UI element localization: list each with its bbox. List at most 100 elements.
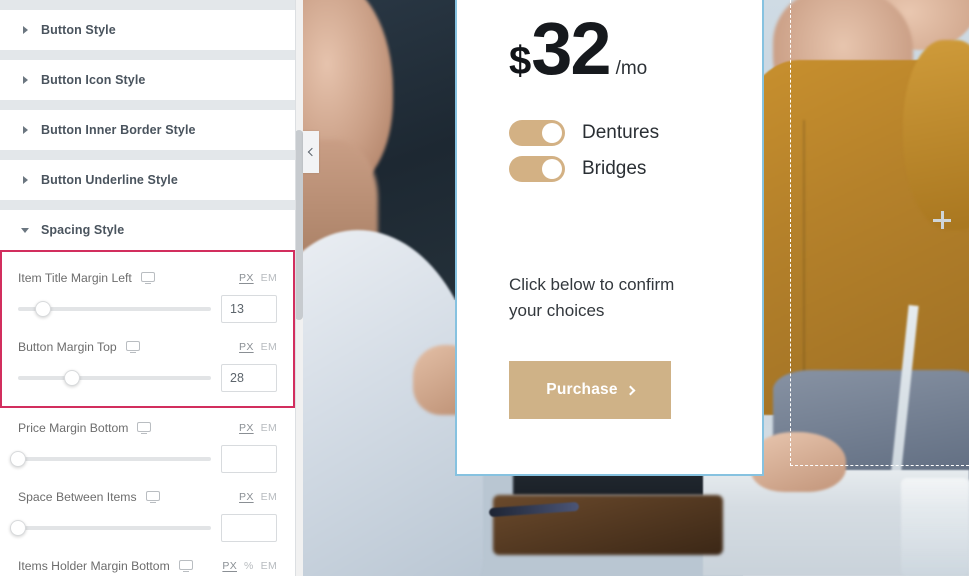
control-header: Price Margin Bottom PX EM	[18, 418, 277, 438]
control-body	[18, 364, 277, 392]
chevron-right-icon	[20, 74, 32, 86]
sidebar-section-button-icon-style[interactable]: Button Icon Style	[0, 60, 295, 100]
sidebar-scrollbar-thumb[interactable]	[295, 130, 303, 320]
control-label: Items Holder Margin Bottom	[18, 559, 170, 573]
unit-switcher: PX EM	[239, 491, 277, 503]
unit-px[interactable]: PX	[222, 560, 237, 572]
slider-knob[interactable]	[10, 451, 26, 467]
purchase-button[interactable]: Purchase	[509, 361, 671, 419]
desktop-icon[interactable]	[137, 422, 152, 434]
unit-em[interactable]: EM	[261, 491, 277, 503]
value-input-price-margin-bottom[interactable]	[221, 445, 277, 473]
toggle-knob	[542, 123, 562, 143]
value-input-button-margin-top[interactable]	[221, 364, 277, 392]
editor-window: Button Style Button Icon Style Button In…	[0, 0, 969, 576]
plus-handle-icon[interactable]	[933, 211, 951, 229]
unit-px[interactable]: PX	[239, 341, 254, 353]
pricing-card[interactable]: $ 32 /mo Dentures Bridges Click below to…	[455, 0, 764, 476]
control-space-between-items: Space Between Items PX EM	[10, 477, 277, 546]
unit-em[interactable]: EM	[261, 272, 277, 284]
control-body	[18, 295, 277, 323]
section-separator	[0, 50, 295, 60]
control-items-holder-margin-bottom: Items Holder Margin Bottom PX % EM	[18, 546, 277, 576]
price-display: $ 32 /mo	[509, 11, 648, 85]
unit-em[interactable]: EM	[261, 341, 277, 353]
slider-track	[18, 526, 211, 530]
purchase-button-label: Purchase	[546, 381, 618, 398]
photo-shirt-seam	[803, 120, 805, 410]
sidebar-scrollbar-track[interactable]	[295, 0, 303, 576]
sidebar-section-button-underline-style[interactable]: Button Underline Style	[0, 160, 295, 200]
toggle-knob	[542, 159, 562, 179]
section-separator	[0, 150, 295, 160]
control-label: Button Margin Top	[18, 340, 117, 354]
desktop-icon[interactable]	[145, 491, 161, 503]
slider-price-margin-bottom[interactable]	[10, 448, 211, 470]
slider-space-between-items[interactable]	[10, 517, 211, 539]
section-separator	[0, 100, 295, 110]
currency-symbol: $	[509, 39, 532, 83]
desktop-icon[interactable]	[178, 560, 194, 572]
unit-px[interactable]: PX	[239, 272, 254, 284]
toggle-bridges[interactable]	[509, 156, 565, 182]
section-label: Button Inner Border Style	[41, 123, 196, 137]
control-group: Price Margin Bottom PX EM Space Between …	[0, 408, 295, 576]
panel-edge-divider	[295, 0, 296, 576]
sidebar-section-spacing-style[interactable]: Spacing Style	[0, 210, 295, 250]
slider-knob[interactable]	[64, 370, 81, 386]
value-input-item-title-margin-left[interactable]	[221, 295, 277, 323]
unit-px[interactable]: PX	[239, 491, 254, 503]
section-label: Spacing Style	[41, 223, 125, 237]
section-separator	[0, 0, 295, 10]
slider-button-margin-top[interactable]	[18, 367, 211, 389]
unit-px[interactable]: PX	[239, 422, 254, 434]
control-body	[10, 445, 277, 473]
desktop-icon[interactable]	[125, 341, 141, 353]
photo-notebook	[493, 495, 723, 555]
highlighted-control-group: Item Title Margin Left PX EM 13 Button M…	[0, 250, 295, 408]
sidebar-section-button-style[interactable]: Button Style	[0, 10, 295, 50]
selection-guide-vertical	[790, 0, 791, 466]
slider-track	[18, 376, 211, 380]
control-header: Button Margin Top PX EM	[18, 337, 277, 357]
control-header: Items Holder Margin Bottom PX % EM	[18, 556, 277, 576]
control-label: Item Title Margin Left	[18, 271, 132, 285]
unit-switcher: PX EM	[239, 272, 277, 284]
chevron-right-icon	[20, 174, 32, 186]
chevron-right-icon	[20, 24, 32, 36]
toggle-dentures[interactable]	[509, 120, 565, 146]
control-label: Price Margin Bottom	[18, 421, 129, 435]
panel-collapse-button[interactable]	[303, 131, 319, 173]
section-label: Button Icon Style	[41, 73, 146, 87]
unit-switcher: PX EM	[239, 341, 277, 353]
unit-switcher: PX % EM	[222, 560, 277, 572]
control-header: Item Title Margin Left PX EM	[18, 268, 277, 288]
unit-em[interactable]: EM	[261, 560, 277, 572]
section-label: Button Underline Style	[41, 173, 178, 187]
chevron-right-icon	[625, 385, 636, 395]
control-button-margin-top: Button Margin Top PX EM	[18, 327, 277, 396]
slider-knob[interactable]	[35, 301, 52, 317]
photo-person-right-hand	[751, 432, 846, 492]
slider-knob[interactable]	[10, 520, 26, 536]
preview-canvas[interactable]: $ 32 /mo Dentures Bridges Click below to…	[303, 0, 969, 576]
sidebar-section-button-inner-border-style[interactable]: Button Inner Border Style	[0, 110, 295, 150]
unit-percent[interactable]: %	[244, 560, 254, 572]
control-header: Space Between Items PX EM	[18, 487, 277, 507]
unit-em[interactable]: EM	[261, 422, 277, 434]
chevron-down-icon	[20, 224, 32, 236]
slider-item-title-margin-left[interactable]	[18, 298, 211, 320]
control-price-margin-bottom: Price Margin Bottom PX EM	[10, 408, 277, 477]
feature-label: Bridges	[582, 158, 647, 179]
value-input-space-between-items[interactable]	[221, 514, 277, 542]
control-item-title-margin-left: Item Title Margin Left PX EM	[18, 258, 277, 327]
selection-guide-horizontal	[790, 465, 969, 466]
settings-sidebar: Button Style Button Icon Style Button In…	[0, 0, 303, 576]
slider-track	[18, 457, 211, 461]
control-body	[10, 514, 277, 542]
control-label: Space Between Items	[18, 490, 137, 504]
feature-label: Dentures	[582, 122, 660, 143]
price-period: /mo	[615, 58, 648, 79]
desktop-icon[interactable]	[140, 272, 156, 284]
feature-row-dentures: Dentures	[509, 120, 659, 146]
